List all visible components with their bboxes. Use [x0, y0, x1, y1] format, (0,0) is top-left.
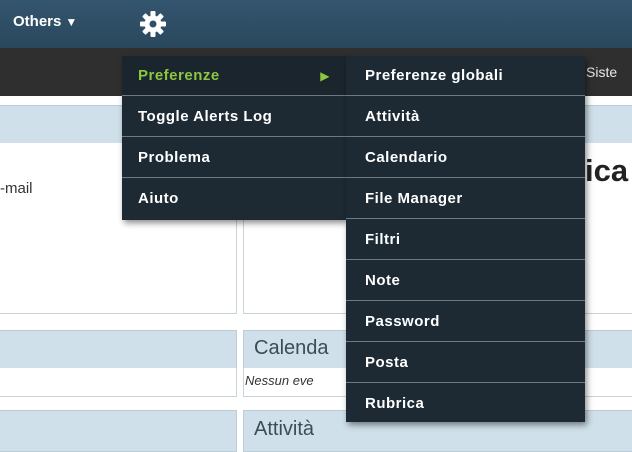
gear-icon[interactable]	[138, 9, 168, 39]
submenu-item-note[interactable]: Note	[346, 261, 585, 301]
triangle-right-icon: ▶	[320, 69, 330, 83]
submenu-item-label: Filtri	[365, 231, 401, 248]
submenu-item-file-manager[interactable]: File Manager	[346, 179, 585, 219]
submenu-item-rubrica[interactable]: Rubrica	[346, 384, 585, 424]
calendar-heading: Calenda	[254, 337, 329, 359]
submenu-item-label: Preferenze globali	[365, 67, 504, 84]
caret-down-icon: ▼	[65, 15, 78, 29]
submenu-item-attivita[interactable]: Attività	[346, 97, 585, 137]
menu-item-label: Aiuto	[138, 190, 179, 207]
left-panel-header-2	[0, 330, 237, 370]
menu-item-label: Preferenze	[138, 67, 220, 84]
submenu-item-label: Rubrica	[365, 395, 425, 412]
submenu-item-posta[interactable]: Posta	[346, 343, 585, 383]
menu-item-label: Problema	[138, 149, 211, 166]
calendar-empty-text: Nessun eve	[245, 373, 314, 388]
page-heading: ica	[585, 153, 629, 188]
settings-dropdown-menu: Preferenze ▶ Toggle Alerts Log Problema …	[122, 56, 346, 220]
menu-item-aiuto[interactable]: Aiuto	[122, 179, 346, 219]
menu-item-label: Toggle Alerts Log	[138, 108, 273, 125]
top-navigation-bar: Others ▼	[0, 0, 632, 48]
left-panel-body-2	[0, 368, 237, 397]
submenu-item-label: Posta	[365, 354, 409, 371]
submenu-item-label: File Manager	[365, 190, 463, 207]
submenu-item-preferenze-globali[interactable]: Preferenze globali	[346, 56, 585, 96]
activity-heading: Attività	[254, 418, 315, 440]
left-panel-header-3	[0, 410, 237, 452]
submenu-item-label: Note	[365, 272, 401, 289]
preferences-submenu: Preferenze globali Attività Calendario F…	[346, 56, 585, 422]
submenu-item-label: Attività	[365, 108, 420, 125]
submenu-item-calendario[interactable]: Calendario	[346, 138, 585, 178]
submenu-item-password[interactable]: Password	[346, 302, 585, 342]
menu-item-problema[interactable]: Problema	[122, 138, 346, 178]
others-menu-button[interactable]: Others ▼	[13, 13, 77, 30]
menu-item-toggle-alerts-log[interactable]: Toggle Alerts Log	[122, 97, 346, 137]
secondary-bar-label[interactable]: Siste	[586, 64, 617, 80]
submenu-item-label: Password	[365, 313, 440, 330]
submenu-item-filtri[interactable]: Filtri	[346, 220, 585, 260]
submenu-item-label: Calendario	[365, 149, 448, 166]
others-menu-label: Others	[13, 13, 62, 30]
menu-item-preferenze[interactable]: Preferenze ▶	[122, 56, 346, 96]
email-text: -mail	[0, 180, 33, 197]
